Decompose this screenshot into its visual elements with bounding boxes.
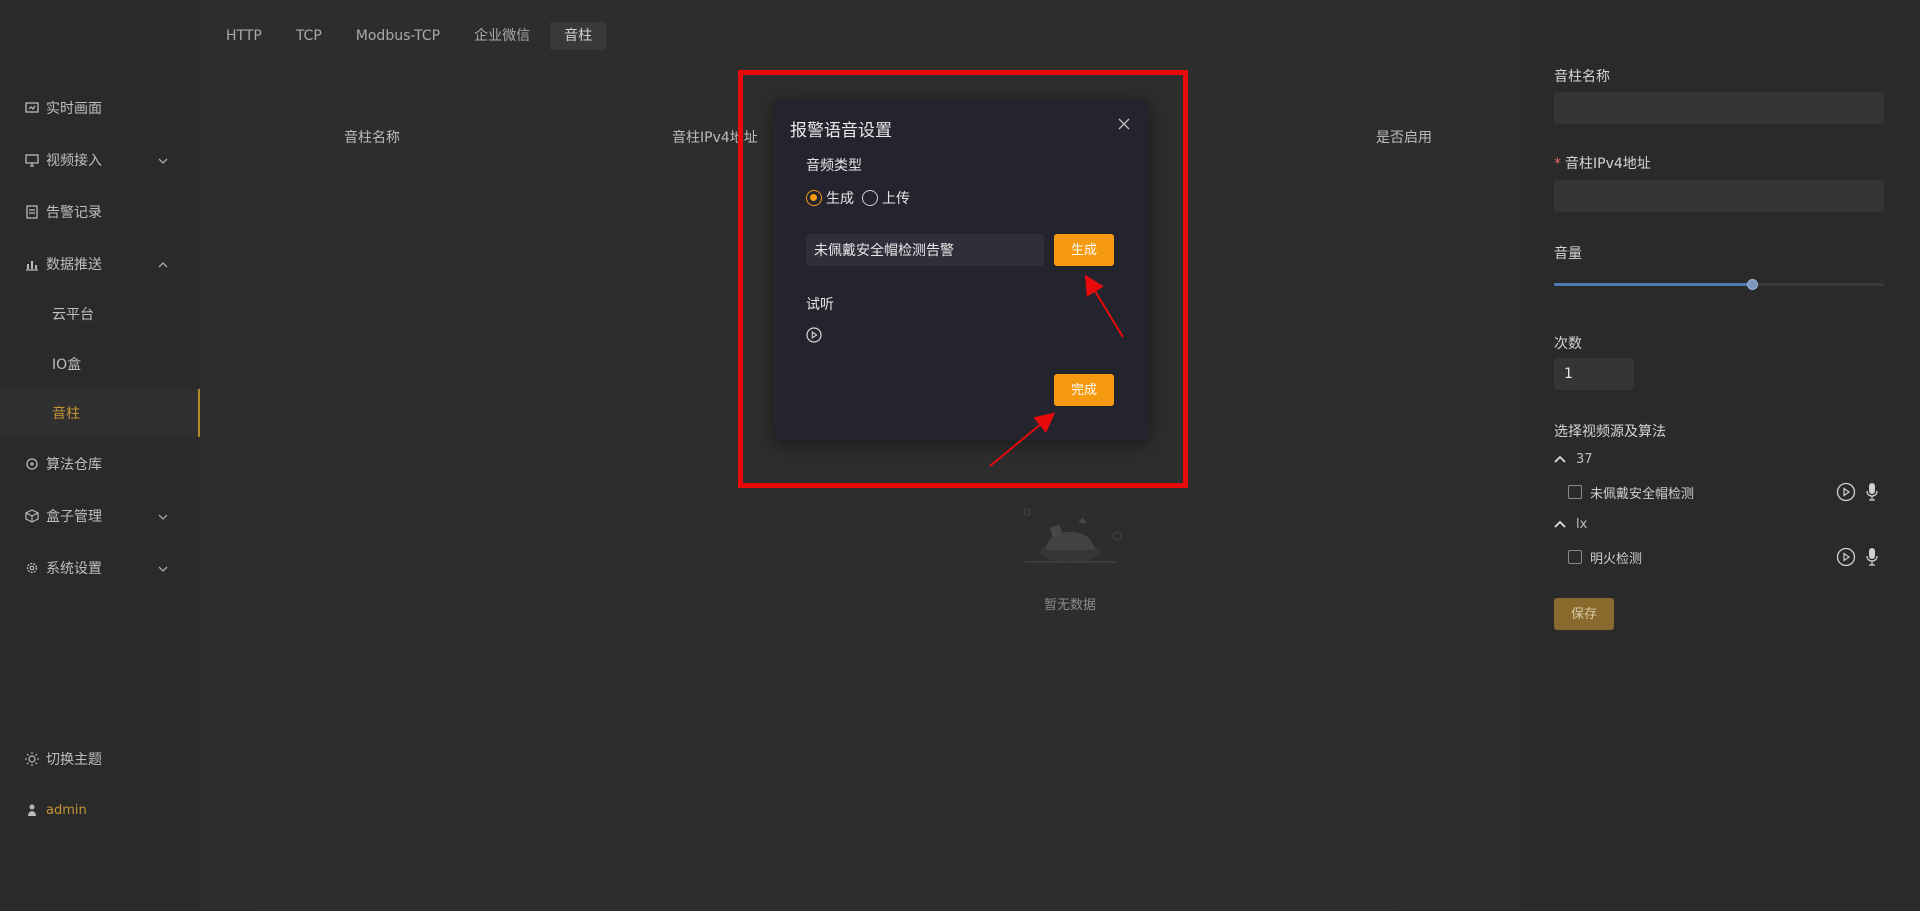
arrow-to-done xyxy=(989,412,1056,467)
arrow-to-generate xyxy=(1084,274,1124,338)
annotation-arrows xyxy=(989,274,1124,467)
